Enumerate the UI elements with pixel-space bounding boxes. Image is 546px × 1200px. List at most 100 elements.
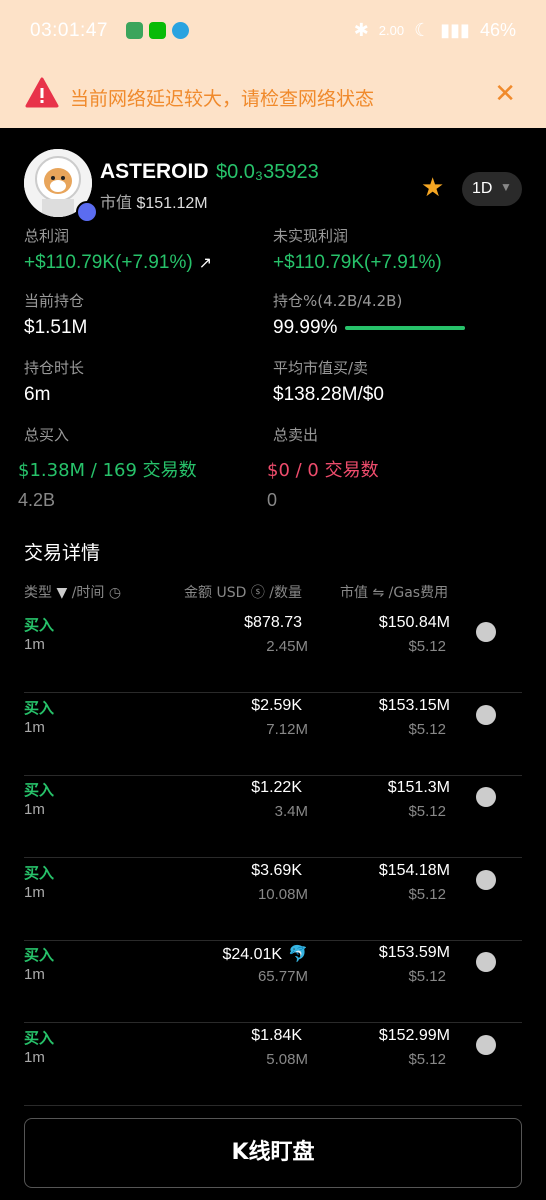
warning-icon: [25, 77, 59, 108]
stat-sub-value: 0: [267, 490, 278, 510]
chart-icon[interactable]: [476, 1034, 496, 1055]
app-notification-icon: [126, 22, 143, 39]
stat-value: $138.28M/$0: [273, 384, 384, 405]
stat-label: 总利润: [24, 227, 70, 245]
chart-icon[interactable]: [476, 622, 496, 642]
token-header: ASTEROID $0.0₃35923 市值 $151.12M ★ 1D ▼: [0, 145, 546, 225]
share-link-icon[interactable]: ↗: [199, 255, 212, 272]
col-amount-header[interactable]: 金额 USD ⓢ /数量: [184, 582, 302, 602]
stat-value: $0 / 0 交易数: [267, 460, 379, 481]
chart-icon[interactable]: [476, 952, 496, 972]
col-amount-label: 金额 USD: [184, 585, 247, 601]
chevron-down-icon: ▼: [500, 180, 512, 194]
trade-type: 买入: [24, 946, 55, 964]
stat-label: 当前持仓: [24, 292, 85, 310]
stat-sub-value: 4.2B: [18, 490, 56, 510]
chart-icon[interactable]: [476, 787, 496, 807]
status-right: ✱ 2.00 ☾ ▮▮▮ 46%: [354, 20, 516, 41]
trade-gas: $5.12: [408, 803, 446, 820]
kline-watch-button[interactable]: K线盯盘: [24, 1118, 522, 1188]
mcap-label: 市值: [100, 195, 133, 212]
table-row[interactable]: 买入 1m $3.69K 10.08M $154.18M $5.12: [24, 858, 522, 941]
stat-total-sell: 总卖出: [273, 424, 318, 445]
trade-mcap: $152.99M: [378, 1026, 450, 1044]
table-row[interactable]: 买入 1m $878.73 2.45M $150.84M $5.12: [24, 610, 522, 693]
table-row[interactable]: 买入 1m $1.84K 5.08M $152.99M $5.12: [24, 1023, 522, 1106]
clock-icon[interactable]: ◷: [109, 585, 121, 601]
battery-level: 46%: [479, 20, 516, 40]
trade-time: 1m: [24, 718, 45, 736]
status-time: 03:01:47: [30, 20, 108, 41]
stat-value: $1.38M / 169 交易数: [18, 460, 197, 481]
chart-icon[interactable]: [476, 869, 496, 890]
trade-amount-value: $1.22K: [251, 779, 302, 796]
favorite-star-icon[interactable]: ★: [421, 172, 444, 203]
trade-gas: $5.12: [408, 968, 446, 985]
trade-gas: $5.12: [408, 720, 446, 738]
col-mcap-header[interactable]: 市值 ⇋ /Gas费用: [340, 582, 448, 602]
stat-value: $1.51M: [24, 317, 88, 338]
stat-value: +$110.79K(+7.91%) ↗: [24, 252, 212, 274]
stat-label: 持仓时长: [24, 359, 85, 377]
status-app-icons: [126, 22, 189, 39]
trade-amount: $1.84K: [251, 1027, 302, 1045]
stat-total-sell-values: $0 / 0 交易数 0: [267, 450, 379, 511]
stat-total-buy: 总买入: [24, 424, 69, 445]
warning-message: 当前网络延迟较大，请检查网络状态: [70, 88, 375, 110]
swap-icon[interactable]: ⇋: [372, 585, 384, 601]
whale-icon: 🐬: [288, 946, 308, 963]
filter-icon[interactable]: ▼: [56, 585, 67, 601]
stat-total-profit: 总利润 +$110.79K(+7.91%) ↗: [24, 225, 212, 274]
trade-mcap: $151.3M: [387, 779, 450, 796]
trade-qty: 7.12M: [266, 720, 308, 738]
trade-time: 1m: [24, 966, 45, 983]
col-qty-label: /数量: [269, 585, 302, 601]
token-name: ASTEROID: [100, 160, 209, 183]
stat-avg-mcap: 平均市值买/卖 $138.28M/$0: [273, 357, 384, 406]
period-selector[interactable]: 1D ▼: [462, 172, 522, 206]
trade-amount-value: $2.59K: [251, 696, 302, 714]
moon-icon: ☾: [414, 20, 431, 40]
stat-value: 6m: [24, 384, 51, 405]
trade-time: 1m: [24, 801, 45, 818]
trade-amount-value: $878.73: [244, 614, 302, 631]
table-row[interactable]: 买入 1m $1.22K 3.4M $151.3M $5.12: [24, 775, 522, 858]
stat-label: 平均市值买/卖: [273, 359, 369, 377]
wechat-icon: [149, 22, 166, 39]
stat-label: 总买入: [24, 426, 70, 444]
close-icon[interactable]: ✕: [494, 78, 516, 109]
holding-pct-value: 99.99%: [273, 317, 338, 338]
trade-type: 买入: [24, 616, 55, 634]
stat-holding: 当前持仓 $1.51M: [24, 290, 87, 339]
trade-type: 买入: [24, 781, 55, 799]
trade-time: 1m: [24, 1048, 45, 1066]
col-type-header[interactable]: 类型 ▼ /时间 ◷: [24, 582, 121, 602]
status-bar: 03:01:47 ✱ 2.00 ☾ ▮▮▮ 46%: [0, 0, 546, 62]
trade-amount-value: $1.84K: [251, 1026, 302, 1044]
trade-type: 买入: [24, 1028, 55, 1047]
trade-type: 买入: [24, 863, 55, 882]
trade-amount: $3.69K: [251, 862, 302, 880]
chart-icon[interactable]: [476, 704, 496, 725]
trade-amount: $2.59K: [251, 697, 302, 715]
holding-progress-fill: [345, 325, 466, 330]
token-price: $0.0₃35923: [216, 161, 319, 183]
table-row[interactable]: 买入 1m $2.59K 7.12M $153.15M $5.12: [24, 693, 522, 776]
holding-progress-bar: [345, 325, 466, 330]
chain-badge-icon: [76, 201, 98, 223]
table-row[interactable]: 买入 1m $24.01K 🐬 65.77M $153.59M $5.12: [24, 940, 522, 1023]
stat-label: 总卖出: [273, 426, 319, 444]
trade-gas: $5.12: [408, 885, 446, 903]
trade-qty: 10.08M: [257, 885, 308, 903]
trade-mcap: $153.59M: [378, 944, 450, 961]
trade-time: 1m: [24, 883, 45, 901]
trade-amount-value: $24.01K: [222, 946, 283, 963]
trade-mcap: $153.15M: [378, 696, 450, 714]
currency-toggle-icon[interactable]: ⓢ: [251, 585, 265, 601]
network-warning-banner: 当前网络延迟较大，请检查网络状态 ✕: [0, 62, 546, 128]
trade-gas: $5.12: [408, 638, 446, 655]
stat-value: +$110.79K(+7.91%): [273, 252, 442, 273]
trade-qty: 5.08M: [266, 1050, 308, 1068]
trade-mcap: $150.84M: [378, 614, 450, 631]
trade-amount: $878.73: [244, 614, 302, 632]
